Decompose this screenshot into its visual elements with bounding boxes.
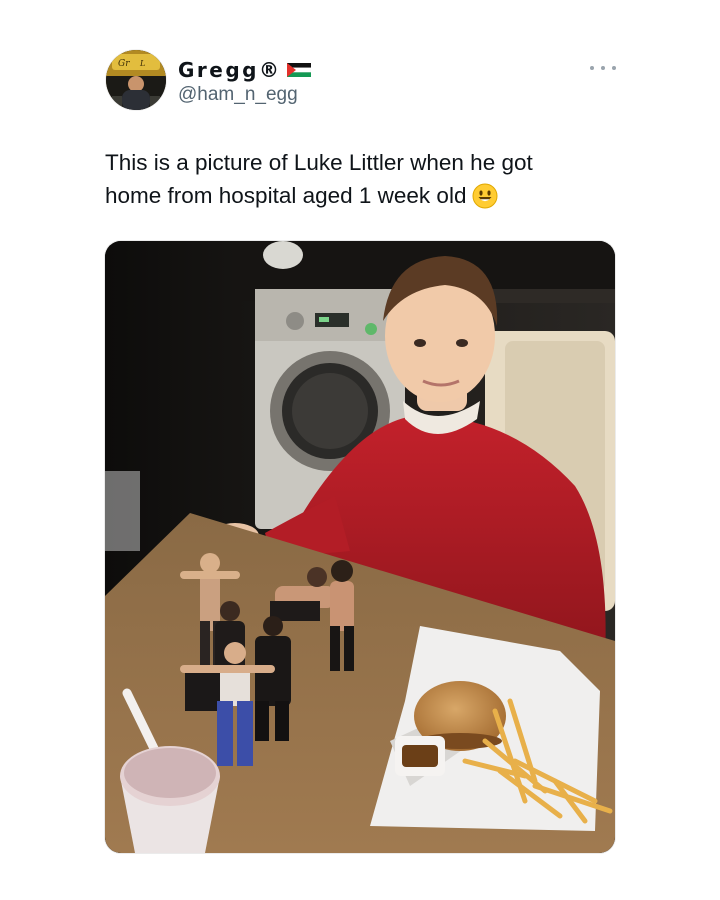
- palestine-flag-icon: [287, 63, 312, 77]
- display-name[interactable]: Gregg®: [178, 58, 281, 82]
- display-name-row[interactable]: Gregg®: [178, 56, 312, 84]
- svg-text:Gr: Gr: [118, 59, 130, 69]
- more-options-icon[interactable]: [590, 60, 616, 76]
- tweet-text-line-2-text: home from hospital aged 1 week old: [105, 183, 467, 208]
- username[interactable]: @ham_n_egg: [178, 84, 298, 106]
- tweet-text-line: This is a picture of Luke Littler when h…: [105, 150, 533, 175]
- tweet-text: This is a picture of Luke Littler when h…: [105, 146, 625, 212]
- svg-text:L: L: [139, 59, 145, 68]
- smiling-face-icon: [472, 183, 498, 209]
- tweet-card: Gr L Gregg® @ham_n_egg This is a picture…: [0, 0, 720, 900]
- tweet-text-line-2: home from hospital aged 1 week old: [105, 179, 625, 212]
- tweet-photo[interactable]: [105, 241, 615, 853]
- avatar[interactable]: Gr L: [106, 50, 166, 110]
